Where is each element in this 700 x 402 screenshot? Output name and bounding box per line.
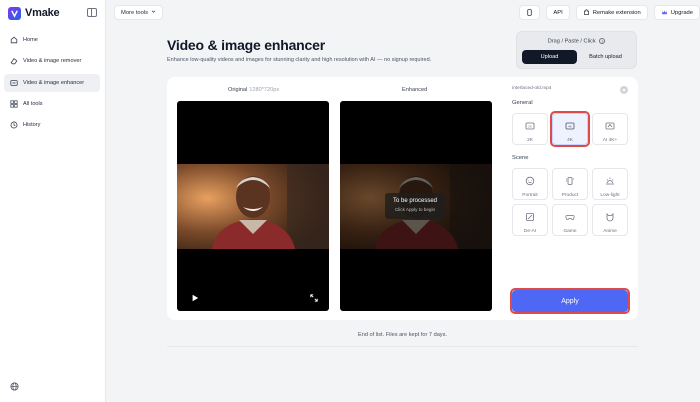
more-tools-label: More tools xyxy=(121,9,149,16)
crown-icon xyxy=(661,10,667,15)
page-title: Video & image enhancer xyxy=(167,37,325,53)
sidebar-item-label: All tools xyxy=(23,100,43,107)
sidebar-item-enhancer[interactable]: Video & image enhancer xyxy=(4,73,100,92)
original-resolution: 1280*720px xyxy=(249,87,280,93)
upgrade-button[interactable]: Upgrade xyxy=(653,5,700,20)
fullscreen-icon[interactable] xyxy=(310,294,318,302)
option-game[interactable]: Game xyxy=(552,204,588,236)
enhanced-video-preview: To be processed Click Apply to begin xyxy=(340,101,492,311)
option-portrait[interactable]: Portrait xyxy=(512,168,548,200)
grid-icon xyxy=(10,100,18,108)
remove-file-icon[interactable] xyxy=(620,86,628,94)
upgrade-label: Upgrade xyxy=(670,9,693,16)
mobile-app-button[interactable] xyxy=(519,5,541,20)
processing-overlay: To be processed Click Apply to begin xyxy=(385,193,445,219)
chevron-down-icon xyxy=(151,9,156,16)
scene-section-label: Scene xyxy=(512,155,529,161)
upload-hint-text: Drag / Paste / Click xyxy=(547,38,596,45)
phone-icon xyxy=(527,9,532,16)
option-label: Anime xyxy=(603,229,617,234)
sidebar-item-remover[interactable]: Video & image remover xyxy=(4,52,100,70)
ai4k-icon xyxy=(605,122,615,130)
svg-text:2K: 2K xyxy=(528,124,532,128)
gamepad-icon xyxy=(565,215,575,221)
footer-divider xyxy=(167,346,638,347)
remake-extension-button[interactable]: Remake extension xyxy=(575,5,648,20)
vmake-logo-icon xyxy=(8,6,21,20)
sidebar-item-home[interactable]: Home xyxy=(4,31,100,49)
original-label-text: Original xyxy=(228,87,248,93)
sidebar-collapse-icon[interactable] xyxy=(87,8,97,17)
api-label: API xyxy=(553,9,563,16)
upload-dropzone[interactable]: Drag / Paste / Click ? Upload Batch uplo… xyxy=(516,31,637,69)
footer-note: End of list. Files are kept for 7 days. xyxy=(358,332,447,338)
enhance-icon xyxy=(10,79,18,87)
anime-icon xyxy=(606,213,614,222)
original-video-preview[interactable] xyxy=(177,101,329,311)
option-label: Product xyxy=(561,193,579,198)
option-label: 2K xyxy=(527,138,533,143)
sunrise-icon xyxy=(606,177,614,185)
sidebar-item-label: Video & image enhancer xyxy=(23,79,85,86)
sidebar-nav: Home Video & image remover Video & image… xyxy=(4,31,100,137)
option-anime[interactable]: Anime xyxy=(592,204,628,236)
help-icon[interactable]: ? xyxy=(599,38,606,44)
product-icon xyxy=(566,177,574,185)
option-product[interactable]: Product xyxy=(552,168,588,200)
selection-highlight-apply xyxy=(510,288,630,314)
general-section-label: General xyxy=(512,100,533,106)
option-2k[interactable]: 2K 2K xyxy=(512,113,548,145)
enhanced-label: Enhanced xyxy=(402,87,428,93)
clock-icon xyxy=(10,121,18,129)
logo[interactable]: Vmake xyxy=(8,6,60,20)
home-icon xyxy=(10,36,18,44)
upload-button[interactable]: Upload xyxy=(522,50,577,64)
sidebar-item-history[interactable]: History xyxy=(4,116,100,134)
page-subtitle: Enhance low-quality videos and images fo… xyxy=(167,57,432,63)
option-label: AI 4K+ xyxy=(602,138,618,143)
processing-subtitle: Click Apply to begin xyxy=(394,207,436,212)
option-label: Game xyxy=(563,229,577,234)
option-ai-4k-plus[interactable]: AI 4K+ xyxy=(592,113,628,145)
2k-icon: 2K xyxy=(525,122,535,130)
processing-title: To be processed xyxy=(392,198,438,204)
sidebar-item-label: History xyxy=(23,122,41,129)
app-name: Vmake xyxy=(25,7,60,19)
selection-highlight-4k xyxy=(550,111,590,147)
batch-upload-button[interactable]: Batch upload xyxy=(578,50,633,64)
sidebar-item-label: Home xyxy=(23,37,38,43)
sidebar-item-label: Video & image remover xyxy=(23,58,82,65)
option-label: De-AI xyxy=(523,229,537,234)
remake-label: Remake extension xyxy=(592,9,641,16)
upload-hint: Drag / Paste / Click ? xyxy=(517,38,636,44)
sidebar-item-all-tools[interactable]: All tools xyxy=(4,95,100,113)
sidebar: Vmake Home Video & image remover Video &… xyxy=(0,0,106,402)
option-de-ai[interactable]: De-AI xyxy=(512,204,548,236)
play-icon[interactable] xyxy=(191,294,199,302)
file-name: interlaced-old.mp4 xyxy=(512,86,552,91)
option-label: Portrait xyxy=(522,193,538,198)
api-button[interactable]: API xyxy=(546,5,570,20)
face-icon xyxy=(525,176,535,186)
more-tools-dropdown[interactable]: More tools xyxy=(114,5,164,20)
language-globe-icon[interactable] xyxy=(10,382,19,391)
option-label: Low-light xyxy=(600,193,620,198)
original-label: Original 1280*720px xyxy=(228,87,279,93)
topbar-actions: API Remake extension Upgrade xyxy=(519,5,700,20)
video-frame-image xyxy=(177,164,329,249)
puzzle-icon xyxy=(583,9,589,15)
deai-icon xyxy=(526,213,534,221)
option-low-light[interactable]: Low-light xyxy=(592,168,628,200)
eraser-icon xyxy=(10,57,18,65)
